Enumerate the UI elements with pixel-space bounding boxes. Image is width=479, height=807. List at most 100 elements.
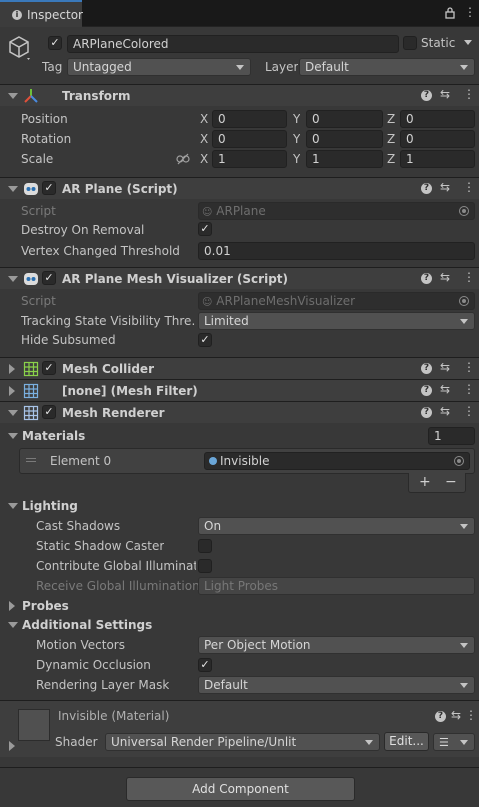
kebab-menu-icon[interactable]: ⋮ bbox=[463, 180, 475, 194]
kebab-menu-icon[interactable]: ⋮ bbox=[463, 360, 475, 374]
preset-icon[interactable]: ⇆ bbox=[440, 382, 450, 396]
kebab-menu-icon[interactable]: ⋮ bbox=[463, 404, 475, 418]
mesh-collider-title: Mesh Collider bbox=[62, 362, 154, 376]
ar-plane-header[interactable]: ✓ AR Plane (Script) ? ⇆ ⋮ bbox=[0, 177, 479, 199]
materials-foldout-icon[interactable] bbox=[8, 433, 18, 439]
receive-gi-dropdown: Light Probes bbox=[198, 577, 475, 595]
mesh-filter-header[interactable]: [none] (Mesh Filter) ? ⇆ ⋮ bbox=[0, 379, 479, 401]
element-0-field[interactable]: Invisible bbox=[204, 452, 470, 470]
lighting-foldout-icon[interactable] bbox=[8, 503, 18, 509]
add-element-button[interactable]: + bbox=[419, 474, 431, 490]
help-icon[interactable]: ? bbox=[421, 407, 432, 418]
lock-icon[interactable] bbox=[445, 7, 455, 22]
materials-count-field[interactable]: 1 bbox=[428, 427, 475, 445]
foldout-arrow-icon[interactable] bbox=[8, 186, 18, 192]
tracking-visibility-dropdown[interactable]: Limited bbox=[198, 312, 475, 330]
probes-foldout-icon[interactable] bbox=[9, 601, 15, 611]
help-icon[interactable]: ? bbox=[421, 363, 432, 374]
scale-y-field[interactable]: 1 bbox=[306, 150, 383, 168]
edit-shader-button[interactable]: Edit... bbox=[384, 732, 429, 751]
additional-settings-label: Additional Settings bbox=[22, 618, 153, 632]
preset-icon[interactable]: ⇆ bbox=[440, 404, 450, 418]
ar-visualizer-header[interactable]: ✓ AR Plane Mesh Visualizer (Script) ? ⇆ … bbox=[0, 267, 479, 289]
drag-handle-icon[interactable] bbox=[26, 458, 36, 459]
script-field: ☺ ARPlaneMeshVisualizer bbox=[198, 292, 475, 310]
help-icon[interactable]: ? bbox=[421, 183, 432, 194]
kebab-menu-icon[interactable]: ⋮ bbox=[465, 708, 477, 722]
chevron-down-icon bbox=[460, 643, 468, 648]
chevron-down-icon bbox=[460, 524, 468, 529]
object-name-field[interactable]: ARPlaneColored bbox=[67, 35, 399, 53]
enabled-checkbox[interactable]: ✓ bbox=[42, 271, 56, 285]
constrain-proportions-icon[interactable] bbox=[176, 153, 190, 168]
static-dropdown-arrow[interactable] bbox=[464, 38, 472, 45]
contribute-gi-checkbox[interactable] bbox=[198, 559, 212, 573]
hide-subsumed-label: Hide Subsumed bbox=[21, 333, 116, 347]
script-value: ARPlaneMeshVisualizer bbox=[216, 294, 356, 308]
rotation-y-field[interactable]: 0 bbox=[306, 130, 383, 148]
preset-icon[interactable]: ⇆ bbox=[440, 87, 450, 101]
rotation-x-field[interactable]: 0 bbox=[212, 130, 287, 148]
enabled-checkbox[interactable]: ✓ bbox=[42, 405, 56, 419]
mesh-renderer-header[interactable]: ✓ Mesh Renderer ? ⇆ ⋮ bbox=[0, 401, 479, 423]
destroy-on-removal-checkbox[interactable]: ✓ bbox=[198, 222, 212, 236]
kebab-menu-icon[interactable]: ⋮ bbox=[463, 382, 475, 396]
mesh-collider-header[interactable]: ✓ Mesh Collider ? ⇆ ⋮ bbox=[0, 357, 479, 379]
static-checkbox[interactable] bbox=[403, 36, 417, 50]
help-icon[interactable]: ? bbox=[421, 273, 432, 284]
axis-y-label: Y bbox=[293, 152, 301, 166]
rendering-layer-mask-dropdown[interactable]: Default bbox=[198, 676, 475, 694]
static-label: Static bbox=[421, 36, 456, 50]
foldout-arrow-icon[interactable] bbox=[8, 93, 18, 99]
transform-header[interactable]: Transform ? ⇆ ⋮ bbox=[0, 84, 479, 106]
tag-dropdown[interactable]: Untagged bbox=[67, 58, 251, 76]
chevron-down-icon bbox=[460, 65, 468, 70]
kebab-menu-icon[interactable]: ⋮ bbox=[463, 87, 475, 101]
tab-inspector[interactable]: i Inspector bbox=[0, 0, 83, 27]
position-x-field[interactable]: 0 bbox=[212, 110, 287, 128]
position-z-field[interactable]: 0 bbox=[400, 110, 475, 128]
vertex-threshold-field[interactable]: 0.01 bbox=[198, 242, 475, 260]
motion-vectors-dropdown[interactable]: Per Object Motion bbox=[198, 636, 475, 654]
script-icon bbox=[23, 271, 39, 290]
add-component-button[interactable]: Add Component bbox=[126, 777, 355, 801]
rotation-z-field[interactable]: 0 bbox=[400, 130, 475, 148]
kebab-menu-icon[interactable]: ⋮ bbox=[464, 5, 476, 19]
help-icon[interactable]: ? bbox=[421, 90, 432, 101]
active-checkbox[interactable]: ✓ bbox=[48, 36, 62, 50]
position-y-field[interactable]: 0 bbox=[306, 110, 383, 128]
preset-icon[interactable]: ⇆ bbox=[440, 270, 450, 284]
foldout-arrow-icon[interactable] bbox=[8, 276, 18, 282]
remove-element-button[interactable]: − bbox=[445, 474, 457, 490]
hide-subsumed-checkbox[interactable]: ✓ bbox=[198, 333, 212, 347]
foldout-arrow-icon[interactable] bbox=[9, 364, 15, 374]
material-foldout-icon[interactable] bbox=[9, 741, 15, 751]
layer-dropdown[interactable]: Default bbox=[299, 58, 475, 76]
foldout-arrow-icon[interactable] bbox=[9, 386, 15, 396]
help-icon[interactable]: ? bbox=[435, 711, 446, 722]
foldout-arrow-icon[interactable] bbox=[8, 410, 18, 416]
additional-settings-foldout-icon[interactable] bbox=[8, 622, 18, 628]
shader-dropdown[interactable]: Universal Render Pipeline/Unlit bbox=[105, 733, 380, 751]
preset-icon[interactable]: ⇆ bbox=[440, 180, 450, 194]
scale-z-field[interactable]: 1 bbox=[400, 150, 475, 168]
preset-icon[interactable]: ⇆ bbox=[440, 360, 450, 374]
list-icon: ☰ bbox=[439, 736, 449, 749]
static-shadow-caster-checkbox[interactable] bbox=[198, 539, 212, 553]
cast-shadows-dropdown[interactable]: On bbox=[198, 517, 475, 535]
dynamic-occlusion-checkbox[interactable]: ✓ bbox=[198, 658, 212, 672]
object-picker-icon[interactable] bbox=[454, 456, 464, 466]
gameobject-icon[interactable] bbox=[8, 35, 32, 64]
list-buttons: + − bbox=[408, 473, 466, 493]
cast-shadows-value: On bbox=[204, 519, 222, 533]
enabled-checkbox[interactable]: ✓ bbox=[42, 361, 56, 375]
kebab-menu-icon[interactable]: ⋮ bbox=[463, 270, 475, 284]
shader-options-dropdown[interactable]: ☰ bbox=[433, 733, 475, 751]
rendering-layer-mask-value: Default bbox=[204, 678, 248, 692]
scale-label: Scale bbox=[21, 152, 54, 166]
receive-gi-value: Light Probes bbox=[204, 579, 279, 593]
enabled-checkbox[interactable]: ✓ bbox=[42, 181, 56, 195]
scale-x-field[interactable]: 1 bbox=[212, 150, 287, 168]
help-icon[interactable]: ? bbox=[421, 385, 432, 396]
preset-icon[interactable]: ⇆ bbox=[451, 708, 461, 722]
